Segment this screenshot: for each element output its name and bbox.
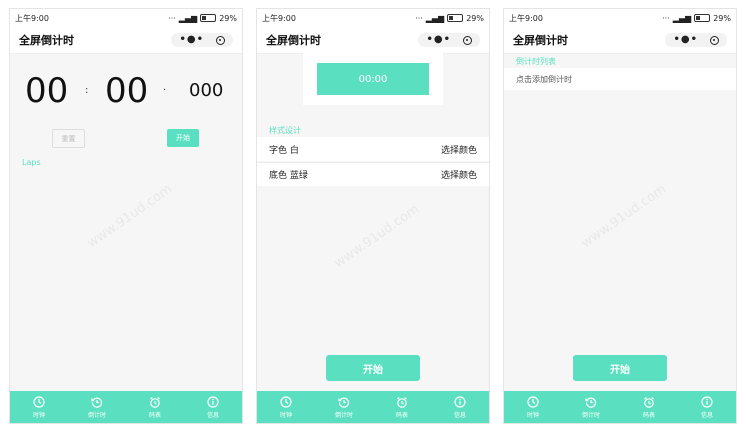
nav-bar: 全屏倒计时 •●• <box>504 27 736 54</box>
more-icon: ··· <box>415 13 423 23</box>
countdown-list-screen: www.91ud.com 上午9:00 ··· ▂▄▆ 29% 全屏倒计时 •●… <box>503 8 737 424</box>
time-separator: · <box>163 85 167 96</box>
tab-stopwatch[interactable]: 码表 <box>373 391 431 423</box>
page-title: 全屏倒计时 <box>19 34 74 47</box>
tab-countdown[interactable]: 倒计时 <box>315 391 373 423</box>
tab-stopwatch[interactable]: 码表 <box>126 391 184 423</box>
battery-icon <box>694 14 711 22</box>
countdown-icon <box>91 397 103 408</box>
background-color-row[interactable]: 底色 蓝绿 选择颜色 <box>257 162 489 186</box>
stopwatch-display: 00 : 00 · 000 <box>10 69 242 113</box>
tab-countdown[interactable]: 倒计时 <box>562 391 620 423</box>
menu-capsule: •●• <box>171 33 233 47</box>
more-icon: ··· <box>168 13 176 23</box>
reset-button[interactable]: 重置 <box>52 129 85 148</box>
section-label: 样式设计 <box>269 126 301 135</box>
clock-icon <box>280 395 292 408</box>
tab-label: 倒计时 <box>334 411 353 419</box>
more-menu-icon[interactable]: •●• <box>673 35 698 45</box>
add-countdown-item[interactable]: 点击添加倒计时 <box>504 68 736 90</box>
status-time: 上午9:00 <box>509 13 543 23</box>
preview-card: 00:00 <box>303 53 443 105</box>
nav-bar: 全屏倒计时 •●• <box>257 27 489 54</box>
countdown-icon <box>338 397 350 408</box>
tab-info[interactable]: 信息 <box>431 391 489 423</box>
battery-icon <box>200 14 217 22</box>
tab-bar: 时钟 倒计时 码表 信息 <box>257 391 489 423</box>
status-bar: 上午9:00 ··· ▂▄▆ 29% <box>504 9 736 27</box>
menu-capsule: •●• <box>665 33 727 47</box>
close-mini-program-icon[interactable] <box>216 35 225 45</box>
tab-label: 倒计时 <box>581 411 600 419</box>
info-icon <box>207 395 219 408</box>
row-label: 底色 蓝绿 <box>269 171 308 181</box>
tab-label: 时钟 <box>279 411 292 419</box>
tab-countdown[interactable]: 倒计时 <box>68 391 126 423</box>
start-button[interactable]: 开始 <box>326 355 420 381</box>
battery-level: 29% <box>713 13 731 23</box>
laps-label: Laps <box>22 158 41 167</box>
tab-bar: 时钟 倒计时 码表 信息 <box>10 391 242 423</box>
battery-level: 29% <box>466 13 484 23</box>
countdown-preview: 00:00 <box>317 63 429 95</box>
stopwatch-icon <box>397 396 407 408</box>
tab-clock[interactable]: 时钟 <box>10 391 68 423</box>
start-button[interactable]: 开始 <box>167 129 199 147</box>
tab-info[interactable]: 信息 <box>678 391 736 423</box>
tab-label: 码表 <box>642 411 655 419</box>
more-menu-icon[interactable]: •●• <box>426 35 451 45</box>
font-color-row[interactable]: 字色 白 选择颜色 <box>257 137 489 161</box>
close-mini-program-icon[interactable] <box>463 35 472 45</box>
status-time: 上午9:00 <box>262 13 296 23</box>
tab-clock[interactable]: 时钟 <box>504 391 562 423</box>
time-separator: : <box>85 85 89 96</box>
signal-icon: ▂▄▆ <box>178 13 198 23</box>
tab-clock[interactable]: 时钟 <box>257 391 315 423</box>
tab-label: 码表 <box>148 411 161 419</box>
start-button[interactable]: 开始 <box>573 355 667 381</box>
clock-icon <box>33 395 45 408</box>
info-icon <box>701 395 713 408</box>
signal-icon: ▂▄▆ <box>672 13 692 23</box>
info-icon <box>454 395 466 408</box>
stopwatch-screen: www.91ud.com 上午9:00 ··· ▂▄▆ 29% 全屏倒计时 •●… <box>9 8 243 424</box>
stopwatch-icon <box>150 396 160 408</box>
section-label: 倒计时列表 <box>516 57 556 66</box>
tab-label: 时钟 <box>32 411 45 419</box>
more-icon: ··· <box>662 13 670 23</box>
clock-icon <box>527 395 539 408</box>
tab-label: 码表 <box>395 411 408 419</box>
stopwatch-icon <box>644 396 654 408</box>
page-title: 全屏倒计时 <box>266 34 321 47</box>
tab-label: 信息 <box>700 411 713 419</box>
battery-level: 29% <box>219 13 237 23</box>
milliseconds-value: 000 <box>189 80 224 101</box>
tab-info[interactable]: 信息 <box>184 391 242 423</box>
menu-capsule: •●• <box>418 33 480 47</box>
battery-icon <box>447 14 464 22</box>
row-label: 字色 白 <box>269 145 299 156</box>
tab-label: 信息 <box>453 411 466 419</box>
status-bar: 上午9:00 ··· ▂▄▆ 29% <box>257 9 489 27</box>
tab-label: 倒计时 <box>87 411 106 419</box>
page-title: 全屏倒计时 <box>513 34 568 47</box>
hours-value: 00 <box>25 71 69 111</box>
minutes-value: 00 <box>105 71 149 111</box>
countdown-icon <box>585 397 597 408</box>
status-time: 上午9:00 <box>15 13 49 23</box>
status-bar: 上午9:00 ··· ▂▄▆ 29% <box>10 9 242 27</box>
choose-color-link[interactable]: 选择颜色 <box>441 168 477 181</box>
nav-bar: 全屏倒计时 •●• <box>10 27 242 54</box>
signal-icon: ▂▄▆ <box>425 13 445 23</box>
tab-bar: 时钟 倒计时 码表 信息 <box>504 391 736 423</box>
countdown-style-screen: www.91ud.com 上午9:00 ··· ▂▄▆ 29% 全屏倒计时 •●… <box>256 8 490 424</box>
tab-label: 时钟 <box>526 411 539 419</box>
more-menu-icon[interactable]: •●• <box>179 35 204 45</box>
tab-stopwatch[interactable]: 码表 <box>620 391 678 423</box>
close-mini-program-icon[interactable] <box>710 35 719 45</box>
choose-color-link[interactable]: 选择颜色 <box>441 143 477 156</box>
tab-label: 信息 <box>206 411 219 419</box>
